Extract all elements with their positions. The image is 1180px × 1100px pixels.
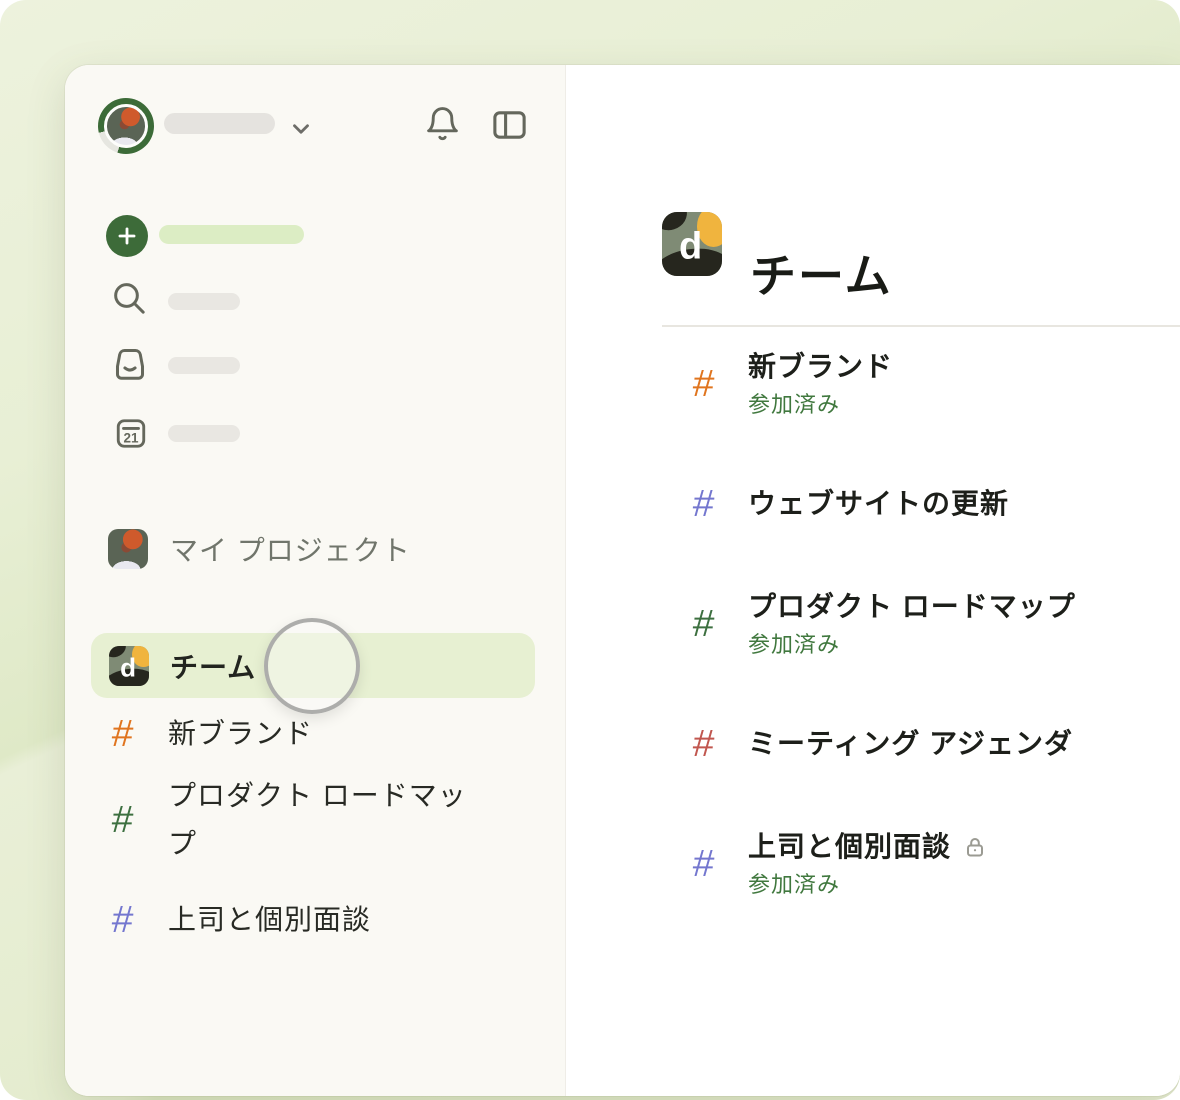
joined-badge: 参加済み — [748, 871, 987, 899]
user-avatar[interactable] — [98, 98, 154, 154]
channel-label: プロダクト ロードマップ — [168, 772, 480, 868]
divider — [662, 325, 1180, 327]
channel-label: 上司と個別面談 — [168, 898, 371, 942]
hash-icon: # — [111, 715, 170, 753]
svg-text:21: 21 — [123, 431, 139, 446]
hash-icon: # — [692, 485, 750, 523]
main-channel-item[interactable]: # プロダクト ロードマップ 参加済み — [693, 589, 1150, 659]
add-label-placeholder — [159, 225, 304, 244]
user-avatar-photo — [104, 104, 148, 148]
main-channel-item[interactable]: # ミーティング アジェンダ — [693, 725, 1150, 763]
page-title: チーム — [750, 244, 893, 308]
sidebar-channel-list: # 新ブランド # プロダクト ロードマップ # 上司と個別面談 — [112, 712, 536, 942]
channel-title: 上司と個別面談 — [748, 829, 951, 865]
team-logo-large: d — [662, 212, 722, 276]
my-project-label: マイ プロジェクト — [170, 529, 411, 569]
hash-icon: # — [692, 845, 750, 883]
main-channel-item[interactable]: # ウェブサイトの更新 — [693, 485, 1150, 523]
channel-text: プロダクト ロードマップ 参加済み — [748, 589, 1076, 659]
channel-text: ミーティング アジェンダ — [748, 726, 1073, 762]
team-logo: d — [109, 646, 149, 686]
channel-text: 新ブランド 参加済み — [748, 349, 893, 419]
main-panel: d チーム # 新ブランド 参加済み # ウェブサイトの更新 # プロダクト ロ — [566, 65, 1180, 1096]
channel-title: 新ブランド — [748, 349, 893, 385]
main-channel-item[interactable]: # 新ブランド 参加済み — [693, 349, 1150, 419]
team-label: チーム — [170, 646, 256, 686]
hash-icon: # — [692, 365, 750, 403]
channel-title: ミーティング アジェンダ — [748, 726, 1073, 762]
chevron-down-icon[interactable] — [288, 116, 314, 142]
add-button[interactable] — [106, 215, 148, 257]
sidebar-channel-item[interactable]: # 新ブランド — [112, 712, 536, 756]
workspace-name-placeholder[interactable] — [164, 113, 275, 134]
team-logo-letter: d — [120, 654, 136, 680]
sidebar-item-my-project[interactable]: マイ プロジェクト — [108, 529, 411, 569]
main-channel-item[interactable]: # 上司と個別面談 参加済み — [693, 829, 1150, 899]
screenshot-background: 21 マイ プロジェクト d チーム # 新ブランド # プロダクト ロードマッ… — [0, 0, 1180, 1100]
channel-text: 上司と個別面談 参加済み — [748, 829, 987, 899]
calendar-icon[interactable]: 21 — [113, 415, 149, 452]
joined-badge: 参加済み — [748, 391, 893, 419]
hash-icon: # — [111, 801, 170, 839]
channel-text: ウェブサイトの更新 — [748, 486, 1009, 522]
bell-icon[interactable] — [424, 104, 461, 144]
channel-label: 新ブランド — [168, 712, 313, 756]
my-project-avatar — [108, 529, 148, 569]
inbox-label-placeholder — [168, 357, 240, 374]
sidebar: 21 マイ プロジェクト d チーム # 新ブランド # プロダクト ロードマッ… — [65, 65, 566, 1096]
joined-badge: 参加済み — [748, 631, 1076, 659]
panel-toggle-icon[interactable] — [490, 105, 529, 145]
lock-icon — [963, 835, 987, 859]
channel-title: プロダクト ロードマップ — [748, 589, 1076, 625]
sidebar-channel-item[interactable]: # プロダクト ロードマップ — [112, 772, 536, 868]
hash-icon: # — [692, 725, 750, 763]
search-icon[interactable] — [109, 278, 149, 318]
hash-icon: # — [111, 901, 170, 939]
app-window: 21 マイ プロジェクト d チーム # 新ブランド # プロダクト ロードマッ… — [65, 65, 1180, 1096]
calendar-label-placeholder — [168, 425, 240, 442]
cursor-circle — [264, 618, 360, 714]
search-label-placeholder — [168, 293, 240, 310]
team-logo-letter: d — [679, 227, 702, 265]
channel-title: ウェブサイトの更新 — [748, 486, 1009, 522]
inbox-icon[interactable] — [111, 345, 149, 383]
main-channel-list: # 新ブランド 参加済み # ウェブサイトの更新 # プロダクト ロードマップ … — [693, 349, 1150, 899]
sidebar-channel-item[interactable]: # 上司と個別面談 — [112, 898, 536, 942]
hash-icon: # — [692, 605, 750, 643]
